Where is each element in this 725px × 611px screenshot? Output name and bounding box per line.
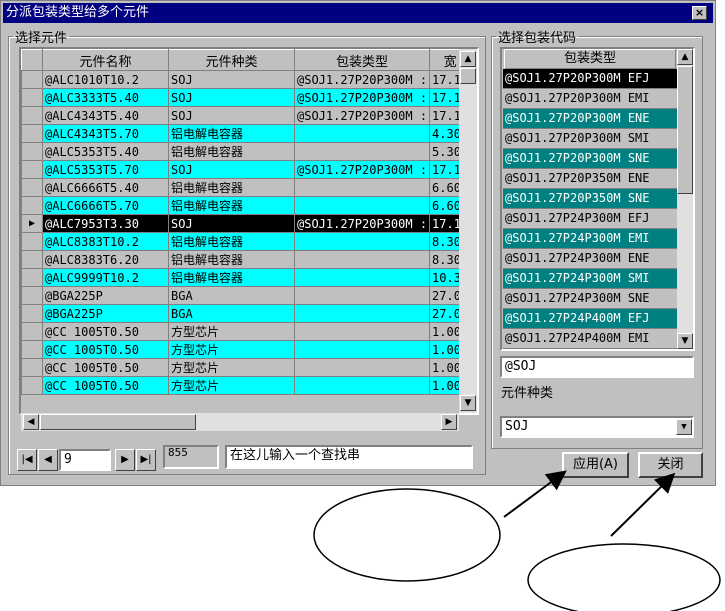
annotation-arrow-apply <box>503 470 567 518</box>
annotation-arrow-close <box>610 472 676 537</box>
annotation-ellipse-apply <box>313 488 501 582</box>
annotation-overlay <box>313 470 721 611</box>
annotation-ellipse-close <box>527 543 721 611</box>
